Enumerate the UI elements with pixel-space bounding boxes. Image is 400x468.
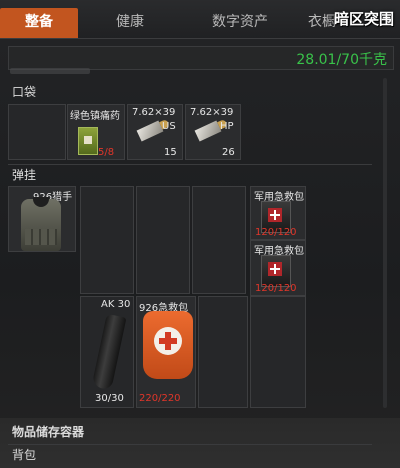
item-name: 7.62×39 (132, 107, 176, 118)
pocket-slot-ammo-hp[interactable]: 7.62×39 HP 26 (185, 104, 241, 160)
backpack-header[interactable]: 背包 (8, 444, 372, 465)
item-count: 30/30 (95, 393, 124, 404)
rig-slot-empty[interactable] (198, 296, 248, 408)
carry-weight: 28.01/70千克 (296, 52, 387, 68)
top-tab-bar: 整备 健康 数字资产 衣橱 暗区突围 (0, 0, 400, 39)
ammo-tag: US (162, 121, 176, 132)
scrollbar[interactable] (383, 78, 387, 408)
blurred-text (10, 68, 90, 74)
tactical-vest-icon (21, 197, 61, 251)
inventory-screen: 整备 健康 数字资产 衣橱 暗区突围 28.01/70千克 口袋 绿色镇痛药 5… (0, 0, 400, 468)
pocket-slot-painkiller[interactable]: 绿色镇痛药 5/8 (67, 104, 125, 160)
pocket-slot-empty[interactable] (8, 104, 66, 160)
pocket-slot-ammo-us[interactable]: 7.62×39 US 15 (127, 104, 183, 160)
item-count: 5/8 (98, 147, 115, 158)
item-count: 26 (222, 147, 235, 158)
rig-slot-empty[interactable] (192, 186, 246, 294)
item-name: 7.62×39 (190, 107, 234, 118)
rig-header: 弹挂 (8, 164, 372, 185)
item-count: 15 (164, 147, 177, 158)
ammo-icon (136, 120, 164, 142)
rig-slot-empty[interactable] (136, 186, 190, 294)
tab-digital-assets[interactable]: 数字资产 (190, 8, 290, 38)
orange-first-aid-bag-icon (143, 311, 193, 379)
item-count: 220/220 (139, 393, 181, 404)
ammo-tag: HP (220, 121, 234, 132)
item-count: 120/120 (255, 283, 297, 294)
storage-container-header[interactable]: 物品储存容器 (8, 422, 372, 442)
item-count: 120/120 (255, 227, 297, 238)
rig-slot-military-kit-2[interactable]: 军用急救包 120/120 (250, 240, 306, 296)
weight-bar: 28.01/70千克 (8, 46, 394, 70)
item-name: AK 30 (101, 299, 131, 310)
magazine-icon (91, 313, 127, 391)
game-logo: 暗区突围 (333, 10, 394, 28)
item-name: 绿色镇痛药 (70, 111, 120, 122)
rig-slot-empty[interactable] (80, 186, 134, 294)
rig-slot-first-aid-bag[interactable]: 926急救包 220/220 (136, 296, 196, 408)
pockets-header: 口袋 (12, 85, 37, 99)
rig-vest-slot[interactable]: 926猎手 (8, 186, 76, 252)
rig-slot-military-kit-1[interactable]: 军用急救包 120/120 (250, 186, 306, 240)
tab-health[interactable]: 健康 (100, 8, 160, 38)
green-medicine-box-icon (78, 127, 98, 155)
tab-loadout[interactable]: 整备 (0, 8, 78, 38)
rig-slot-empty[interactable] (250, 296, 306, 408)
rig-slot-magazine[interactable]: AK 30 30/30 (80, 296, 134, 408)
bottom-containers: 物品储存容器 背包 (0, 418, 400, 468)
ammo-icon (194, 120, 222, 142)
